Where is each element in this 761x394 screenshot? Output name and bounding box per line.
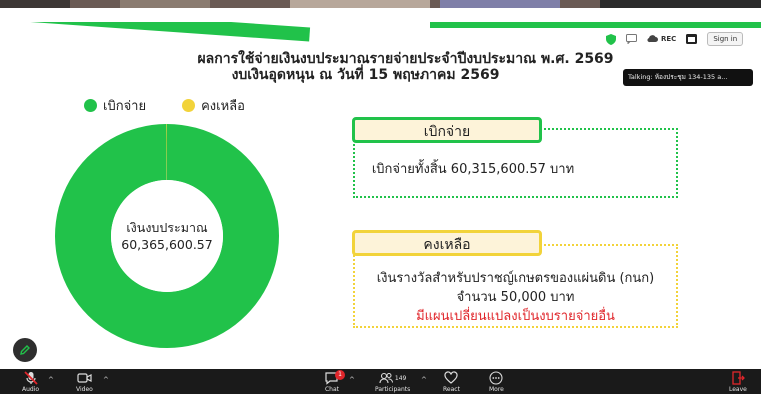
leave-button[interactable]: Leave bbox=[729, 371, 747, 393]
react-label: React bbox=[443, 386, 460, 393]
chat-label: Chat bbox=[324, 386, 340, 393]
participants-count: 149 bbox=[394, 374, 407, 382]
rec-label: REC bbox=[661, 35, 677, 43]
donut-center-value: 60,365,600.57 bbox=[121, 237, 213, 252]
legend-label-remaining: คงเหลือ bbox=[201, 99, 245, 114]
cloud-record-icon bbox=[647, 35, 658, 43]
pencil-icon bbox=[20, 345, 30, 355]
chat-bubble-icon[interactable] bbox=[626, 34, 637, 44]
leave-door-icon bbox=[732, 371, 745, 385]
remaining-tab: คงเหลือ bbox=[352, 230, 542, 256]
legend-label-spent: เบิกจ่าย bbox=[103, 99, 147, 114]
participants-options-caret[interactable]: ^ bbox=[421, 376, 427, 384]
shield-icon[interactable] bbox=[606, 33, 616, 45]
remaining-line3: มีแผนเปลี่ยนแปลงเป็นงบรายจ่ายอื่น bbox=[416, 309, 615, 324]
microphone-muted-icon bbox=[23, 371, 38, 385]
participants-button[interactable]: 149 Participants bbox=[375, 371, 410, 393]
meeting-window: ผลการใช้จ่ายเงินงบประมาณรายจ่ายประจำปีงบ… bbox=[0, 0, 761, 394]
more-label: More bbox=[489, 386, 504, 393]
react-button[interactable]: React bbox=[443, 371, 460, 393]
signin-button[interactable]: Sign in bbox=[707, 32, 744, 46]
audio-label: Audio bbox=[22, 386, 40, 393]
audio-options-caret[interactable]: ^ bbox=[48, 376, 54, 384]
spent-total-text: เบิกจ่ายทั้งสิ้น 60,315,600.57 บาท bbox=[371, 162, 575, 177]
legend-swatch-spent bbox=[84, 99, 97, 112]
meeting-toolbar: Audio ^ Video ^ Chat 1 ^ 149 Participant… bbox=[0, 369, 761, 394]
video-camera-icon bbox=[77, 373, 92, 383]
participants-label: Participants bbox=[375, 386, 411, 393]
chart-legend: เบิกจ่าย คงเหลือ bbox=[84, 95, 281, 116]
talking-indicator: Talking: ห้องประชุม 134-135 a... bbox=[623, 69, 753, 86]
meeting-top-controls: REC Sign in bbox=[606, 30, 744, 48]
audio-button[interactable]: Audio bbox=[22, 371, 39, 393]
legend-item-remaining: คงเหลือ bbox=[182, 95, 245, 116]
video-options-caret[interactable]: ^ bbox=[103, 376, 109, 384]
participants-icon bbox=[379, 372, 393, 384]
video-thumbnail-strip bbox=[0, 0, 761, 8]
leave-label: Leave bbox=[729, 386, 747, 393]
window-icon[interactable] bbox=[686, 34, 698, 44]
chat-options-caret[interactable]: ^ bbox=[349, 376, 355, 384]
heart-icon bbox=[444, 371, 459, 384]
remaining-line1: เงินรางวัลสำหรับปราชญ์เกษตรของแผ่นดิน (ก… bbox=[376, 271, 655, 286]
chat-unread-badge: 1 bbox=[335, 370, 345, 380]
video-button[interactable]: Video bbox=[76, 371, 93, 393]
remaining-line2: จำนวน 50,000 บาท bbox=[456, 290, 575, 305]
more-dots-icon bbox=[489, 371, 503, 385]
legend-swatch-remaining bbox=[182, 99, 196, 112]
legend-item-spent: เบิกจ่าย bbox=[84, 95, 146, 116]
annotate-button[interactable] bbox=[13, 338, 37, 362]
donut-center-title: เงินงบประมาณ bbox=[126, 220, 208, 235]
spent-tab: เบิกจ่าย bbox=[352, 117, 542, 143]
donut-center-label: เงินงบประมาณ 60,365,600.57 bbox=[55, 124, 279, 348]
top-right-green-band bbox=[430, 22, 761, 28]
video-label: Video bbox=[76, 386, 93, 393]
top-left-green-band bbox=[0, 22, 311, 42]
more-button[interactable]: More bbox=[489, 371, 504, 393]
recording-indicator[interactable]: REC bbox=[647, 35, 676, 43]
